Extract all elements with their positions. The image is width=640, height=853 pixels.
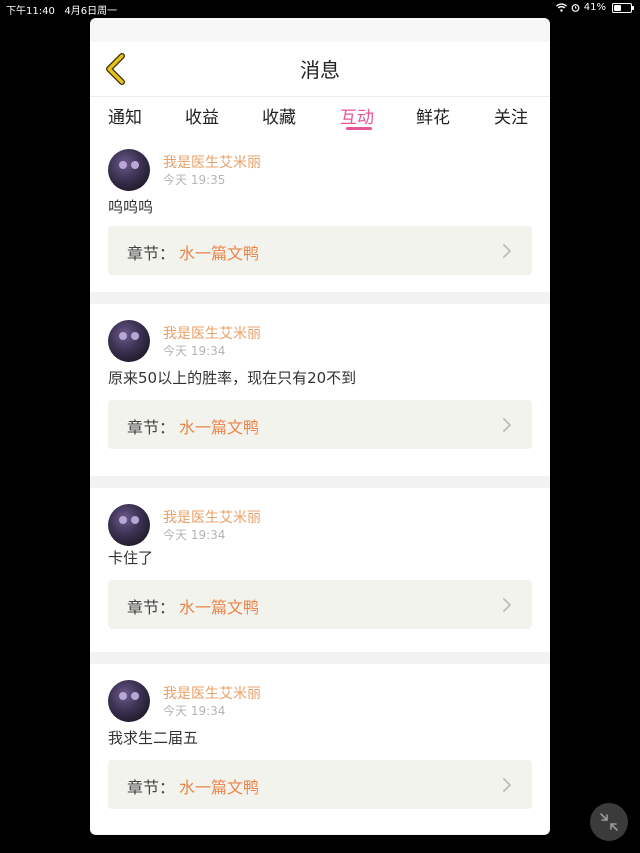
- chevron-right-icon: [503, 778, 511, 792]
- username[interactable]: 我是医生艾米丽: [163, 683, 261, 703]
- message-time: 今天 19:35: [163, 173, 226, 187]
- chapter-label: 章节：: [127, 598, 176, 617]
- tab-4[interactable]: 鲜花: [416, 103, 450, 128]
- avatar[interactable]: [108, 680, 150, 722]
- message-time: 今天 19:34: [163, 704, 226, 718]
- tab-5[interactable]: 关注: [494, 103, 528, 128]
- sheet-top-strip: [90, 18, 550, 42]
- chapter-label: 章节：: [127, 418, 176, 437]
- chapter-link[interactable]: 章节： 水一篇文鸭: [108, 226, 532, 275]
- wifi-icon: [555, 3, 567, 12]
- message-text: 卡住了: [108, 549, 154, 567]
- tab-3[interactable]: 互动: [340, 103, 374, 128]
- status-time: 下午11:40: [6, 6, 55, 17]
- username[interactable]: 我是医生艾米丽: [163, 152, 261, 172]
- battery-percent: 41%: [583, 2, 606, 13]
- minimize-button[interactable]: [590, 803, 628, 841]
- message-card[interactable]: 我是医生艾米丽 今天 19:34 我求生二届五 章节： 水一篇文鸭: [90, 664, 550, 834]
- message-card[interactable]: 我是医生艾米丽 今天 19:34 卡住了章节： 水一篇文鸭: [90, 488, 550, 652]
- alarm-icon: [571, 4, 580, 12]
- chevron-right-icon: [503, 244, 511, 258]
- chapter-name: 水一篇文鸭: [179, 418, 260, 437]
- tab-0[interactable]: 通知: [108, 103, 142, 128]
- chapter-name: 水一篇文鸭: [179, 598, 260, 617]
- tab-bar: 通知 收益 收藏 互动 鲜花 关注: [90, 96, 550, 137]
- active-tab-underline: [346, 127, 372, 130]
- chapter-label: 章节：: [127, 244, 176, 263]
- message-card[interactable]: 我是医生艾米丽 今天 19:34 原来50以上的胜率，现在只有20不到章节： 水一篇文…: [90, 304, 550, 476]
- message-text: 我求生二届五: [108, 729, 199, 747]
- message-text: 呜呜呜: [108, 198, 154, 216]
- chapter-link[interactable]: 章节： 水一篇文鸭: [108, 400, 532, 449]
- battery-icon: [612, 2, 634, 13]
- message-card[interactable]: 我是医生艾米丽 今天 19:35 呜呜呜章节： 水一篇文鸭: [90, 137, 550, 292]
- header-bar: 消息: [90, 42, 550, 96]
- messages-sheet: 消息 通知 收益 收藏 互动 鲜花 关注 我是医生艾米丽 今天 19:35 呜呜呜 章节： 水一篇…: [90, 18, 550, 835]
- status-indicators: 41%: [555, 2, 634, 13]
- username[interactable]: 我是医生艾米丽: [163, 323, 261, 343]
- avatar[interactable]: [108, 149, 150, 191]
- battery-fill: [614, 4, 621, 11]
- username[interactable]: 我是医生艾米丽: [163, 507, 261, 527]
- avatar[interactable]: [108, 504, 150, 546]
- tab-1[interactable]: 收益: [185, 103, 219, 128]
- chapter-name: 水一篇文鸭: [179, 778, 260, 797]
- tab-2[interactable]: 收藏: [262, 103, 296, 128]
- chapter-link[interactable]: 章节： 水一篇文鸭: [108, 580, 532, 629]
- message-time: 今天 19:34: [163, 528, 226, 542]
- chevron-right-icon: [503, 418, 511, 432]
- page-title: 消息: [300, 58, 340, 82]
- message-list: 我是医生艾米丽 今天 19:35 呜呜呜 章节： 水一篇文鸭 我是医生艾米丽 今天 19:3…: [90, 137, 550, 834]
- avatar[interactable]: [108, 320, 150, 362]
- chapter-name: 水一篇文鸭: [179, 244, 260, 263]
- chevron-right-icon: [503, 598, 511, 612]
- chapter-label: 章节：: [127, 778, 176, 797]
- status-bar: 下午11:40 4月6日周一 41%: [0, 0, 640, 17]
- chapter-link[interactable]: 章节： 水一篇文鸭: [108, 760, 532, 809]
- status-date: 4月6日周一: [64, 6, 118, 17]
- minimize-arrows-icon: [600, 813, 618, 831]
- status-time-date: 下午11:40 4月6日周一: [6, 2, 117, 17]
- message-text: 原来50以上的胜率，现在只有20不到: [108, 369, 357, 387]
- message-time: 今天 19:34: [163, 344, 226, 358]
